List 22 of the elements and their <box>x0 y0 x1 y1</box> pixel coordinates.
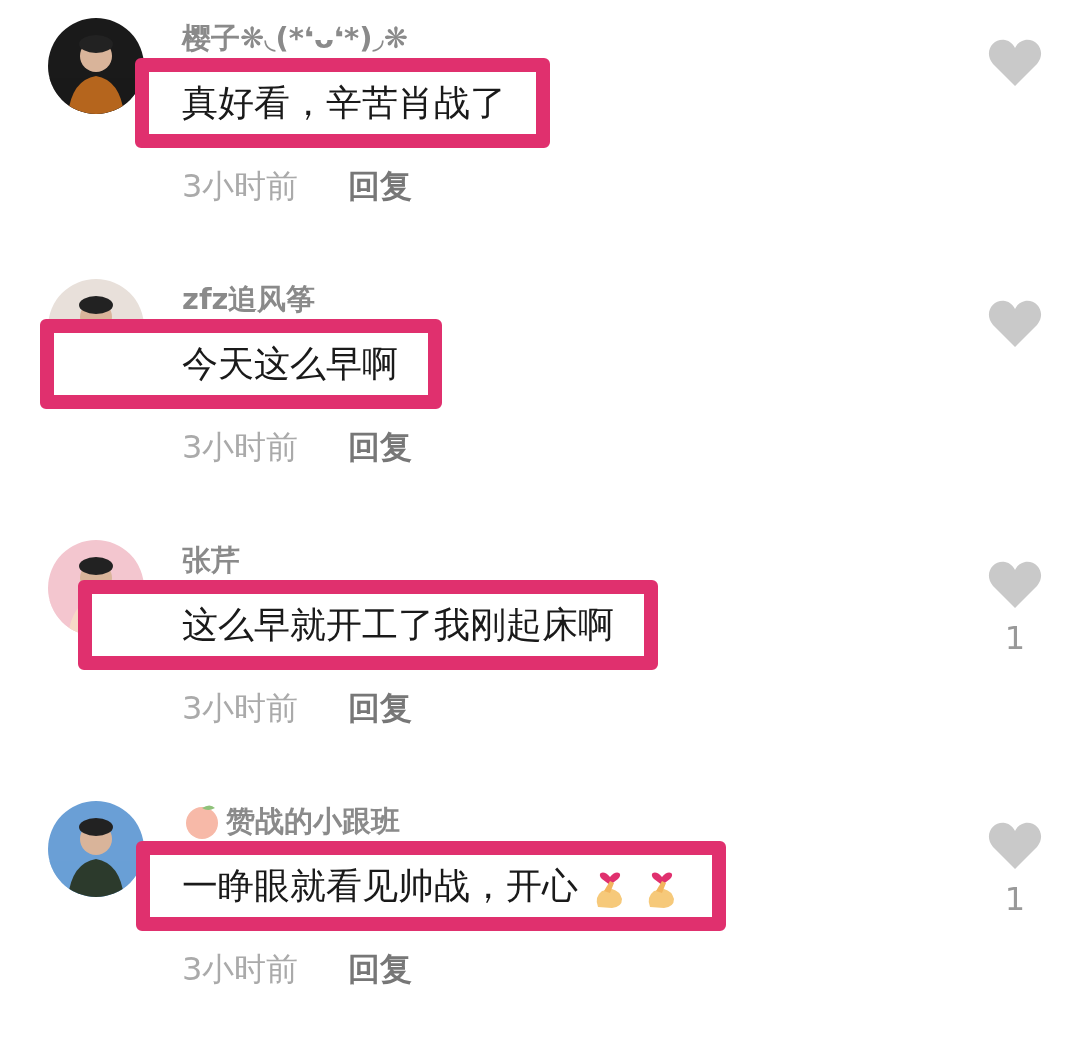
reply-link[interactable]: 回复 <box>348 684 413 732</box>
heart-icon[interactable] <box>987 821 1043 871</box>
username: 张芹 <box>182 542 240 579</box>
comment-text: 这么早就开工了我刚起床啊 <box>182 603 614 647</box>
reply-link[interactable]: 回复 <box>348 945 413 993</box>
timestamp: 3小时前 <box>182 949 299 990</box>
timestamp: 3小时前 <box>182 166 299 207</box>
reply-link[interactable]: 回复 <box>348 162 413 210</box>
comment-text: 真好看，辛苦肖战了 <box>182 81 506 125</box>
comment-text: 一睁眼就看见帅战，开心 <box>182 859 682 913</box>
heart-icon[interactable] <box>987 560 1043 610</box>
username: 赞战的小跟班 <box>226 803 400 840</box>
heart-icon[interactable] <box>987 38 1043 88</box>
timestamp: 3小时前 <box>182 688 299 729</box>
timestamp: 3小时前 <box>182 427 299 468</box>
reply-link[interactable]: 回复 <box>348 423 413 471</box>
username: 樱子❋◟(*❛ᴗ❛*)◞❋ <box>182 20 408 57</box>
heart-icon[interactable] <box>987 299 1043 349</box>
like-count: 1 <box>1004 618 1026 658</box>
like-count: 1 <box>1004 879 1026 919</box>
comment-text: 今天这么早啊 <box>182 342 398 386</box>
username: zfz追风筝 <box>182 281 316 318</box>
